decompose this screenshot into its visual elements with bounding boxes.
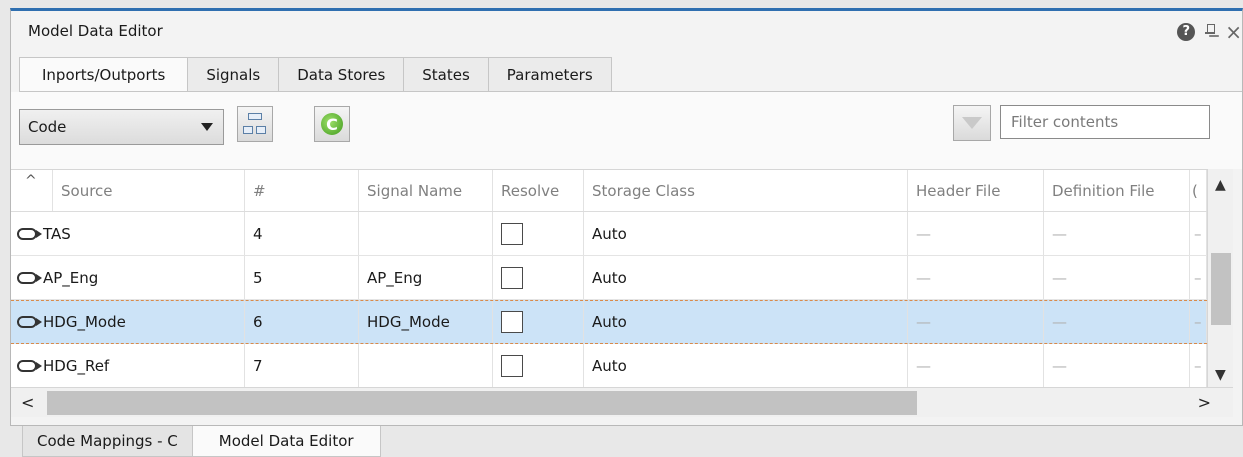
help-icon[interactable]: ?	[1177, 23, 1196, 41]
table-row[interactable]: HDG_Ref 7 Auto — — –	[11, 344, 1207, 387]
filter-icon	[962, 117, 982, 129]
cell-truncated: –	[1190, 301, 1207, 343]
tab-signals[interactable]: Signals	[188, 57, 280, 92]
cell-signal-name[interactable]	[359, 344, 493, 387]
cell-storage-class[interactable]: Auto	[584, 301, 908, 343]
dropdown-arrow-icon	[201, 123, 213, 131]
tab-parameters[interactable]: Parameters	[488, 57, 612, 92]
resolve-checkbox[interactable]	[501, 266, 523, 289]
table-row-selected[interactable]: HDG_Mode 6 HDG_Mode Auto — — –	[11, 300, 1207, 344]
view-select[interactable]: Code	[19, 109, 224, 145]
tab-states[interactable]: States	[404, 57, 489, 92]
table-row[interactable]: AP_Eng 5 AP_Eng Auto — — –	[11, 256, 1207, 300]
cell-source: TAS	[43, 224, 71, 243]
pin-icon[interactable]	[1205, 24, 1216, 40]
scroll-up-icon[interactable]: ▲	[1215, 177, 1226, 193]
cell-header-file: —	[908, 212, 1044, 255]
tab-data-stores[interactable]: Data Stores	[279, 57, 405, 92]
view-select-value: Code	[28, 118, 67, 136]
column-header-source[interactable]: Source	[53, 170, 245, 211]
resolve-checkbox[interactable]	[501, 222, 523, 245]
cell-source: HDG_Ref	[43, 356, 110, 375]
vertical-scroll-thumb[interactable]	[1211, 253, 1231, 325]
horizontal-scrollbar[interactable]: < >	[11, 387, 1233, 417]
cell-signal-name[interactable]	[359, 212, 493, 255]
filter-button[interactable]	[953, 105, 991, 141]
cell-definition-file: —	[1044, 301, 1190, 343]
cell-header-file: —	[908, 256, 1044, 299]
cell-source: AP_Eng	[43, 268, 99, 287]
cell-number: 7	[245, 344, 359, 387]
tab-inports-outports[interactable]: Inports/Outports	[19, 57, 189, 92]
cell-signal-name[interactable]: HDG_Mode	[359, 301, 493, 343]
tab-code-mappings[interactable]: Code Mappings - C	[22, 426, 193, 457]
scroll-down-icon[interactable]: ▼	[1215, 367, 1226, 383]
bottom-tab-bar: Code Mappings - C Model Data Editor	[22, 426, 381, 457]
filter-input[interactable]	[1000, 105, 1210, 139]
cell-definition-file: —	[1044, 212, 1190, 255]
cell-source: HDG_Mode	[43, 313, 126, 331]
cell-number: 6	[245, 301, 359, 343]
scroll-left-icon[interactable]: <	[21, 393, 34, 412]
column-header-storage-class[interactable]: Storage Class	[584, 170, 908, 211]
cell-truncated: –	[1190, 344, 1207, 387]
cell-number: 5	[245, 256, 359, 299]
cell-truncated: –	[1190, 256, 1207, 299]
cell-header-file: —	[908, 301, 1044, 343]
show-hierarchy-button[interactable]	[237, 106, 273, 142]
inport-icon	[17, 227, 42, 240]
cell-definition-file: —	[1044, 344, 1190, 387]
cell-storage-class[interactable]: Auto	[584, 344, 908, 387]
tab-model-data-editor[interactable]: Model Data Editor	[192, 426, 381, 457]
cell-number: 4	[245, 212, 359, 255]
hierarchy-icon	[243, 113, 267, 135]
toolbar: Code C	[11, 92, 1242, 169]
cell-storage-class[interactable]: Auto	[584, 256, 908, 299]
column-header-truncated[interactable]: (	[1190, 170, 1207, 211]
inport-icon	[17, 359, 42, 372]
resolve-checkbox[interactable]	[501, 354, 523, 377]
window-title: Model Data Editor	[28, 22, 163, 40]
column-header-resolve[interactable]: Resolve	[493, 170, 584, 211]
cell-signal-name[interactable]: AP_Eng	[359, 256, 493, 299]
data-grid: ^ Source # Signal Name Resolve Storage C…	[11, 169, 1207, 387]
refresh-icon: C	[321, 113, 343, 135]
model-data-editor-panel: Model Data Editor ? × Inports/Outports S…	[10, 8, 1243, 426]
cell-header-file: —	[908, 344, 1044, 387]
tab-bar: Inports/Outports Signals Data Stores Sta…	[19, 57, 612, 92]
close-icon[interactable]: ×	[1225, 22, 1242, 42]
table-header-row: ^ Source # Signal Name Resolve Storage C…	[11, 170, 1207, 212]
cell-definition-file: —	[1044, 256, 1190, 299]
scroll-right-icon[interactable]: >	[1198, 393, 1211, 412]
cell-storage-class[interactable]: Auto	[584, 212, 908, 255]
refresh-button[interactable]: C	[314, 106, 350, 142]
title-bar: Model Data Editor ? ×	[11, 11, 1242, 54]
column-header-definition-file[interactable]: Definition File	[1044, 170, 1190, 211]
horizontal-scroll-thumb[interactable]	[47, 391, 917, 415]
resolve-checkbox[interactable]	[501, 311, 523, 333]
vertical-scrollbar[interactable]: ▲ ▼	[1207, 169, 1233, 387]
table-row[interactable]: TAS 4 Auto — — –	[11, 212, 1207, 256]
inport-icon	[17, 271, 42, 284]
column-header-number[interactable]: #	[245, 170, 359, 211]
column-header-header-file[interactable]: Header File	[908, 170, 1044, 211]
cell-truncated: –	[1190, 212, 1207, 255]
title-bar-icons: ? ×	[1177, 21, 1242, 43]
inport-icon	[17, 316, 42, 328]
column-header-signal-name[interactable]: Signal Name	[359, 170, 493, 211]
